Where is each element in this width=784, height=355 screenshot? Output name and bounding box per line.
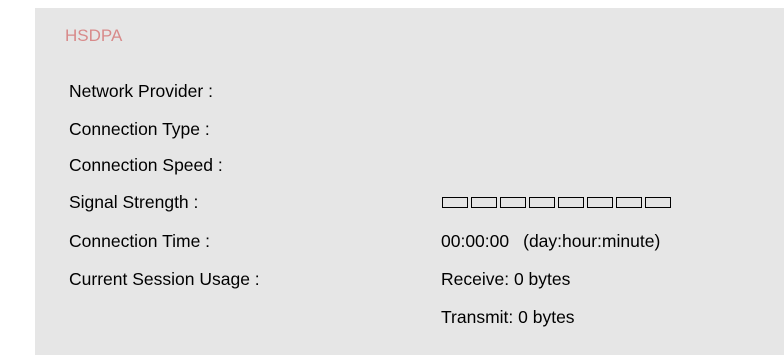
signal-segment [587,197,613,208]
signal-segment [558,197,584,208]
section-title: HSDPA [65,26,123,45]
label-connection-speed: Connection Speed : [69,155,223,175]
connection-time-value: 00:00:00 [441,231,510,251]
signal-segment [442,197,468,208]
signal-segment [529,197,555,208]
signal-strength-meter [442,197,671,208]
signal-segment [616,197,642,208]
signal-segment [645,197,671,208]
label-connection-time: Connection Time : [69,231,211,251]
label-network-provider: Network Provider : [69,81,213,101]
value-receive: Receive: 0 bytes [441,269,571,289]
signal-segment [471,197,497,208]
connection-time-unit: (day:hour:minute) [523,231,661,251]
label-connection-type: Connection Type : [69,119,210,139]
signal-segment [500,197,526,208]
label-current-session-usage: Current Session Usage : [69,269,260,289]
label-signal-strength: Signal Strength : [69,192,199,212]
value-connection-time: 00:00:00 (day:hour:minute) [441,230,660,252]
value-transmit: Transmit: 0 bytes [441,307,575,327]
hsdpa-status-panel: HSDPA Network Provider : Connection Type… [35,8,784,355]
